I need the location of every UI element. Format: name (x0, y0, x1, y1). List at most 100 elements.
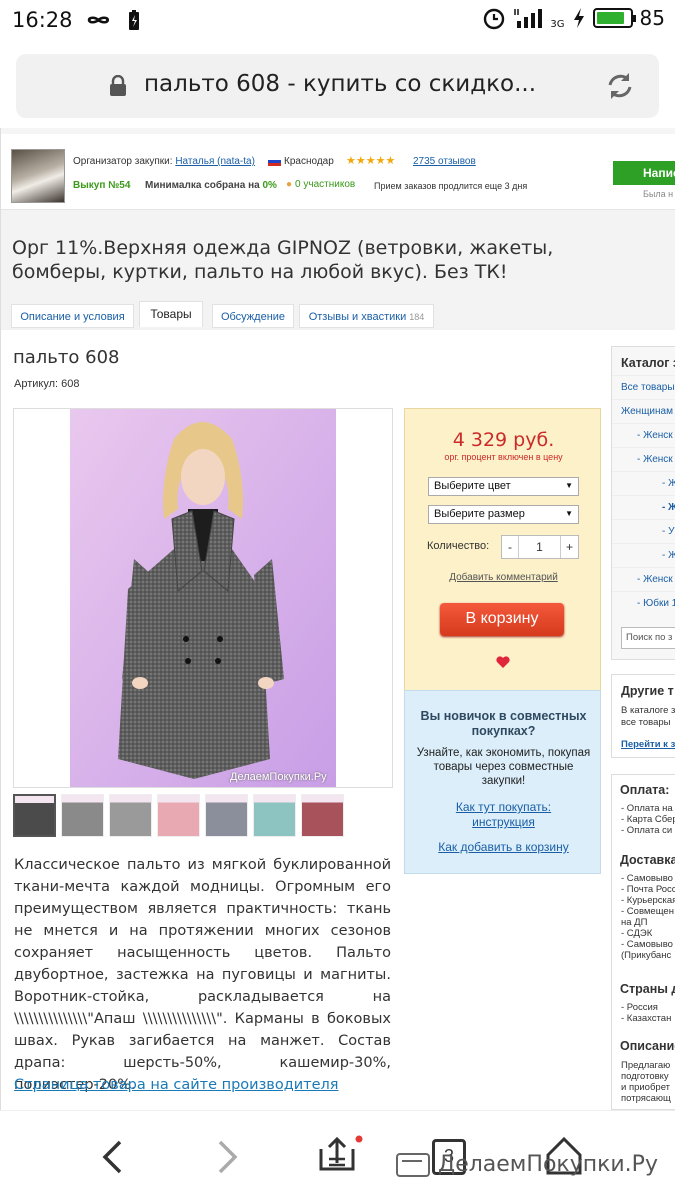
product-thumbnail[interactable] (13, 794, 56, 837)
organizer-line: Организатор закупки: Наталья (nata-ta) (73, 156, 255, 167)
price-note: орг. процент включен в цену (444, 452, 563, 462)
manufacturer-link[interactable]: Страница товара на сайте производителя (14, 1077, 339, 1093)
wallet-icon (396, 1152, 430, 1177)
size-select[interactable]: Выберите размер ▼ (428, 505, 579, 524)
organizer-city: Краснодар (268, 156, 334, 167)
catalog-item[interactable]: - Женск (612, 567, 675, 591)
heart-icon[interactable] (496, 656, 510, 669)
catalog-item[interactable]: - Женск (612, 423, 675, 447)
delivery-line: - Почта Росс (621, 884, 675, 895)
organizer-label: Организатор закупки: (73, 156, 173, 167)
reload-icon[interactable] (604, 70, 636, 102)
catalog-item[interactable]: - Ж (612, 543, 675, 567)
buy-box: 4 329 руб. орг. процент включен в цену В… (404, 408, 601, 692)
catalog-item[interactable]: - Юбки 1 (612, 591, 675, 615)
purchase-number: Выкуп №54 (73, 180, 131, 191)
description-lines: Предлагаю подготовку и приобрет потрясаю… (621, 1060, 671, 1104)
charging-icon (129, 10, 139, 30)
qty-minus-button[interactable]: - (502, 536, 519, 558)
size-select-value: Выберите размер (434, 508, 525, 520)
product-thumbnail[interactable] (61, 794, 104, 837)
min-label: Минималка собрана на (145, 180, 260, 191)
tab-reviews[interactable]: Отзывы и хвастики 184 (299, 304, 434, 328)
delivery-heading: Доставка (620, 853, 675, 867)
battery-icon (592, 8, 636, 28)
catalog-item[interactable]: - Ж (612, 471, 675, 495)
how-to-buy-link[interactable]: Как тут покупать: инструкция (405, 800, 602, 830)
delivery-line: - Самовыво (621, 939, 673, 950)
quantity-label: Количество: (427, 540, 490, 552)
country-line: - Казахстан (621, 1013, 672, 1024)
city-label: Краснодар (284, 156, 334, 167)
info-panel: Оплата: - Оплата на - Карта Сбер - Оплат… (611, 774, 675, 1110)
organizer-avatar[interactable] (11, 149, 65, 203)
dropdown-arrow-icon: ▼ (565, 509, 573, 518)
description-heading: Описание (620, 1039, 675, 1053)
catalog-item[interactable]: - Женск (612, 447, 675, 471)
product-thumbnail[interactable] (109, 794, 152, 837)
other-goods-panel: Другие т В каталоге з все товары Перейти… (611, 674, 675, 758)
network-type: 3G (550, 18, 565, 30)
address-bar[interactable]: пальто 608 - купить со скидко... (16, 54, 659, 118)
payment-line: - Оплата си (621, 825, 673, 836)
organizer-bar: Организатор закупки: Наталья (nata-ta) К… (1, 128, 675, 210)
payment-heading: Оплата: (620, 783, 670, 797)
product-thumbnail[interactable] (301, 794, 344, 837)
description-line: и приобрет (621, 1082, 671, 1093)
catalog-item[interactable]: - Ж (612, 495, 675, 519)
page-title-url[interactable]: пальто 608 - купить со скидко... (144, 71, 536, 97)
min-collected: Минималка собрана на 0% (145, 180, 277, 191)
product-thumbnail[interactable] (253, 794, 296, 837)
reviews-link[interactable]: 2735 отзывов (413, 156, 476, 167)
purchase-title: Орг 11%.Верхняя одежда GIPNOZ (ветровки,… (12, 237, 554, 283)
tab-discussion[interactable]: Обсуждение (212, 304, 294, 328)
payment-line: - Оплата на (621, 803, 673, 814)
newbie-text: Узнайте, как экономить, покупая товары ч… (416, 747, 591, 787)
share-icon[interactable] (316, 1133, 364, 1177)
delivery-line: - Самовыво (621, 873, 673, 884)
status-icons: 3G 85 (482, 6, 665, 30)
rating-stars: ★★★★★ (346, 155, 396, 167)
catalog-item[interactable]: Все товары (612, 375, 675, 399)
other-line-1: В каталоге з (621, 705, 675, 716)
qty-plus-button[interactable]: + (561, 536, 578, 558)
organizer-name-link[interactable]: Наталья (nata-ta) (175, 156, 255, 167)
product-article: Артикул: 608 (14, 378, 80, 390)
write-button[interactable]: Напис (613, 161, 675, 185)
product-thumbnail[interactable] (205, 794, 248, 837)
signal-icon (514, 9, 543, 28)
newbie-link-wrap: Как тут покупать: инструкция (405, 800, 602, 830)
catalog-item[interactable]: Женщинам (612, 399, 675, 423)
color-select[interactable]: Выберите цвет ▼ (428, 477, 579, 496)
tab-description[interactable]: Описание и условия (11, 304, 134, 328)
countries-heading: Страны д (620, 982, 675, 996)
back-arrow-icon[interactable] (100, 1139, 126, 1175)
catalog-search-input[interactable]: Поиск по з (621, 627, 675, 649)
add-to-cart-button[interactable]: В корзину (440, 603, 564, 636)
tab-goods[interactable]: Товары (139, 301, 203, 327)
product-thumbnail[interactable] (157, 794, 200, 837)
newbie-link2-wrap: Как добавить в корзину (405, 840, 602, 854)
delivery-line: - Совмещен (621, 906, 674, 917)
battery-level: 85 (639, 6, 665, 30)
main-content: пальто 608 Артикул: 608 ДелаемПокупки.Ру (1, 330, 675, 1110)
status-bar: 16:28 3G 85 (0, 0, 675, 42)
product-photo[interactable]: ДелаемПокупки.Ру (13, 408, 393, 788)
russia-flag-icon (268, 157, 281, 166)
product-description: Классическое пальто из мягкой буклирован… (14, 857, 391, 1093)
other-goods-link[interactable]: Перейти к з (621, 739, 675, 750)
add-comment-link[interactable]: Добавить комментарий (405, 572, 602, 583)
delivery-line: - Курьерская (621, 895, 675, 906)
min-value: 0% (262, 180, 277, 191)
clock: 16:28 (12, 8, 73, 32)
tab-reviews-count: 184 (409, 312, 425, 322)
qty-input[interactable]: 1 (519, 536, 561, 558)
site-watermark: ДелаемПокупки.Ру (396, 1152, 658, 1177)
quantity-stepper: - 1 + (501, 535, 579, 559)
catalog-item[interactable]: - У (612, 519, 675, 543)
how-to-add-to-cart-link[interactable]: Как добавить в корзину (438, 840, 569, 854)
delivery-lines: - Самовыво - Почта Росс - Курьерская - С… (621, 873, 675, 961)
forward-arrow-icon[interactable] (214, 1139, 240, 1175)
watermark-text: ДелаемПокупки.Ру (438, 1152, 658, 1177)
description-line: подготовку (621, 1071, 669, 1082)
